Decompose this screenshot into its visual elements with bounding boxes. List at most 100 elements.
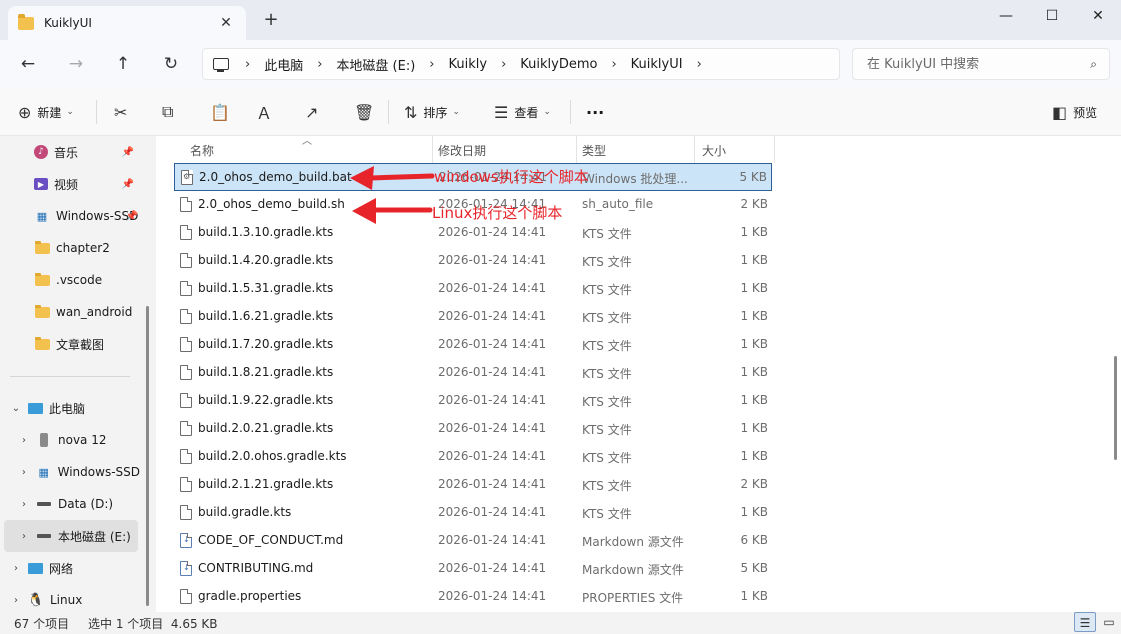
sort-button[interactable]: ⇅ 排序 ⌄ <box>404 101 460 123</box>
file-list: ︿ 名称 修改日期 类型 大小 2.0_ohos_demo_build.bat 2… <box>156 136 1121 612</box>
file-name: gradle.properties <box>198 589 302 603</box>
table-row[interactable]: build.1.6.21.gradle.kts 2026-01-24 14:41 K… <box>174 303 772 331</box>
file-list-scrollbar[interactable] <box>1114 356 1117 460</box>
chevron-right-icon[interactable]: › <box>697 57 702 72</box>
file-size: 1 KB <box>740 225 768 239</box>
refresh-button[interactable]: ↻ <box>159 52 183 76</box>
breadcrumb-local-disk[interactable]: 本地磁盘 (E:) <box>336 55 415 74</box>
table-row[interactable]: build.1.3.10.gradle.kts 2026-01-24 14:41 K… <box>174 219 772 247</box>
search-box[interactable]: ⌕ <box>852 48 1110 80</box>
sidebar-divider <box>10 376 130 377</box>
chevron-down-icon: ⌄ <box>66 107 74 117</box>
more-options-button[interactable]: ··· <box>586 101 604 123</box>
chevron-right-icon[interactable]: › <box>317 57 322 72</box>
chevron-right-icon[interactable]: › <box>429 57 434 72</box>
new-tab-button[interactable]: + <box>262 11 280 30</box>
chevron-right-icon[interactable]: › <box>8 563 24 574</box>
sidebar-item-windows-ssd-drive[interactable]: › ▦ Windows-SSD <box>0 456 140 488</box>
sidebar-item-wan-android[interactable]: wan_android <box>0 296 140 328</box>
chevron-right-icon[interactable]: › <box>16 499 32 510</box>
close-window-button[interactable]: ✕ <box>1075 0 1121 32</box>
file-icon <box>180 281 192 296</box>
table-row[interactable]: CONTRIBUTING.md 2026-01-24 14:41 Markdown … <box>174 555 772 583</box>
table-row[interactable]: build.2.0.ohos.gradle.kts 2026-01-24 14:4… <box>174 443 772 471</box>
share-button[interactable]: ↗ <box>305 101 324 123</box>
table-row[interactable]: build.1.9.22.gradle.kts 2026-01-24 14:41 K… <box>174 387 772 415</box>
sidebar-item-network[interactable]: › 网络 <box>0 552 140 584</box>
sidebar-item-nova12[interactable]: › nova 12 <box>0 424 140 456</box>
sidebar-item-local-disk-e[interactable]: › 本地磁盘 (E:) <box>4 520 138 552</box>
sidebar-item-label: chapter2 <box>56 241 110 255</box>
table-row[interactable]: build.1.8.21.gradle.kts 2026-01-24 14:41 K… <box>174 359 772 387</box>
file-icon <box>180 589 192 604</box>
cut-button[interactable]: ✂ <box>114 101 133 123</box>
column-name[interactable]: 名称 <box>190 142 214 159</box>
sidebar-item-screenshots[interactable]: 文章截图 <box>0 328 140 360</box>
column-date[interactable]: 修改日期 <box>438 142 486 159</box>
paste-button[interactable]: 📋 <box>210 101 236 123</box>
back-button[interactable]: ← <box>16 52 40 76</box>
pin-icon: 📌 <box>125 210 138 222</box>
breadcrumb-kuiklydemo[interactable]: KuiklyDemo <box>520 57 597 72</box>
sidebar-item-chapter2[interactable]: chapter2 <box>0 232 140 264</box>
column-divider[interactable] <box>432 136 433 163</box>
sidebar-item-video[interactable]: ▶ 视频 📌 <box>0 168 140 200</box>
sidebar-item-data-d[interactable]: › Data (D:) <box>0 488 140 520</box>
table-row[interactable]: CODE_OF_CONDUCT.md 2026-01-24 14:41 Markdo… <box>174 527 772 555</box>
sidebar-scrollbar[interactable] <box>146 306 149 606</box>
preview-pane-button[interactable]: ◧ 预览 <box>1052 101 1097 123</box>
details-view-button[interactable]: ☰ <box>1074 612 1096 632</box>
table-row[interactable]: build.2.0.21.gradle.kts 2026-01-24 14:41 K… <box>174 415 772 443</box>
search-input[interactable] <box>867 56 1067 72</box>
table-row[interactable]: build.1.4.20.gradle.kts 2026-01-24 14:41 K… <box>174 247 772 275</box>
rename-button[interactable]: Ａ <box>256 101 278 123</box>
sidebar-item-music[interactable]: ♪ 音乐 📌 <box>0 136 140 168</box>
tab-kuiklyui[interactable]: KuiklyUI ✕ <box>8 6 246 40</box>
chevron-down-icon[interactable]: ⌄ <box>8 403 24 414</box>
address-bar[interactable]: › 此电脑 › 本地磁盘 (E:) › Kuikly › KuiklyDemo … <box>202 48 840 80</box>
table-row[interactable]: build.gradle.kts 2026-01-24 14:41 KTS 文件 1 … <box>174 499 772 527</box>
sidebar-item-linux[interactable]: › 🐧 Linux <box>0 584 140 612</box>
copy-button[interactable]: ⧉ <box>162 101 179 123</box>
file-name: CODE_OF_CONDUCT.md <box>198 533 344 547</box>
table-row[interactable]: build.1.5.31.gradle.kts 2026-01-24 14:41 K… <box>174 275 772 303</box>
column-type[interactable]: 类型 <box>582 142 606 159</box>
sidebar-item-this-pc[interactable]: ⌄ 此电脑 <box>0 392 140 424</box>
maximize-button[interactable]: ☐ <box>1029 0 1075 32</box>
chevron-right-icon[interactable]: › <box>245 57 250 72</box>
file-type: KTS 文件 <box>582 423 632 437</box>
view-button[interactable]: ☰ 查看 ⌄ <box>494 101 551 123</box>
chevron-right-icon[interactable]: › <box>16 467 32 478</box>
sidebar-item-windows-ssd[interactable]: ▦ Windows-SSD 📌 <box>0 200 148 232</box>
sort-label: 排序 <box>423 105 448 120</box>
sidebar-item-vscode[interactable]: .vscode <box>0 264 140 296</box>
column-size[interactable]: 大小 <box>702 142 726 159</box>
tiles-view-button[interactable]: ▭ <box>1098 612 1120 632</box>
close-tab-icon[interactable]: ✕ <box>216 15 236 31</box>
delete-button[interactable]: 🗑 <box>354 101 380 123</box>
table-row[interactable]: build.2.1.21.gradle.kts 2026-01-24 14:41 K… <box>174 471 772 499</box>
column-divider[interactable] <box>774 136 775 163</box>
forward-button[interactable]: → <box>64 52 88 76</box>
file-name: build.2.0.ohos.gradle.kts <box>198 449 347 463</box>
chevron-right-icon[interactable]: › <box>611 57 616 72</box>
chevron-right-icon[interactable]: › <box>16 531 32 542</box>
breadcrumb-kuiklyui[interactable]: KuiklyUI <box>631 57 683 72</box>
chevron-right-icon[interactable]: › <box>501 57 506 72</box>
tiles-view-icon: ▭ <box>1103 615 1115 629</box>
table-row[interactable]: gradle.properties 2026-01-24 14:41 PROPERT… <box>174 583 772 611</box>
chevron-right-icon[interactable]: › <box>8 595 24 606</box>
batch-file-icon <box>181 170 193 185</box>
title-bar: KuiklyUI ✕ + — ☐ ✕ <box>0 0 1121 40</box>
new-button[interactable]: ⊕ 新建 ⌄ <box>18 101 74 123</box>
column-divider[interactable] <box>576 136 577 163</box>
chevron-right-icon[interactable]: › <box>16 435 32 446</box>
file-date: 2026-01-24 14:41 <box>438 449 547 463</box>
breadcrumb-kuikly[interactable]: Kuikly <box>449 57 488 72</box>
breadcrumb-this-pc[interactable]: 此电脑 <box>264 55 303 74</box>
table-row[interactable]: build.1.7.20.gradle.kts 2026-01-24 14:41 K… <box>174 331 772 359</box>
column-divider[interactable] <box>694 136 695 163</box>
minimize-button[interactable]: — <box>983 0 1029 32</box>
file-icon <box>180 225 192 240</box>
up-button[interactable]: ↑ <box>111 52 135 76</box>
